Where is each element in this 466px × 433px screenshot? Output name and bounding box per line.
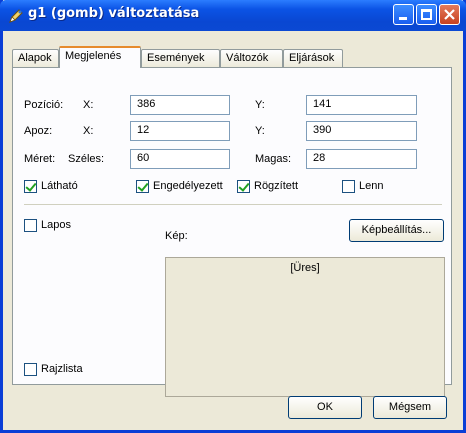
position-y-field[interactable]: 141 (306, 95, 417, 115)
tab-megjelenes[interactable]: Megjelenés (59, 46, 141, 68)
apoz-label: Apoz: (24, 125, 53, 137)
tab-alapok[interactable]: Alapok (12, 49, 59, 68)
position-x-label: X: (83, 99, 94, 111)
tab-esemenyek[interactable]: Események (141, 49, 220, 68)
position-label: Pozíció: (24, 99, 64, 111)
maximize-icon (421, 9, 432, 20)
rogzitett-label: Rögzített (254, 180, 299, 192)
close-button[interactable] (439, 4, 460, 25)
minimize-icon (399, 17, 407, 20)
image-preview: [Üres] (165, 257, 445, 397)
engedelyezett-checkbox[interactable] (136, 180, 149, 193)
apoz-x-label: X: (83, 125, 94, 137)
engedelyezett-label: Engedélyezett (153, 180, 223, 192)
height-field[interactable]: 28 (306, 149, 417, 169)
lathato-checkbox[interactable] (24, 180, 37, 193)
tab-panel: Pozíció: X: 386 Y: 141 Apoz: X: 12 Y: 39… (12, 67, 452, 397)
lenn-label: Lenn (359, 180, 384, 192)
apoz-x-field[interactable]: 12 (130, 121, 230, 141)
title-bar[interactable]: g1 (gomb) változtatása (0, 0, 466, 31)
width-label: Széles: (68, 153, 105, 165)
cancel-button[interactable]: Mégsem (373, 396, 447, 419)
dialog-window: g1 (gomb) változtatása Alapok Megjelenés… (0, 0, 466, 433)
position-y-label: Y: (255, 99, 265, 111)
image-label: Kép: (165, 230, 188, 242)
lapos-checkbox[interactable] (24, 219, 37, 232)
height-label: Magas: (255, 153, 292, 165)
close-icon (443, 8, 456, 24)
rajzlista-label: Rajzlista (41, 363, 83, 375)
position-x-field[interactable]: 386 (130, 95, 230, 115)
lathato-label: Látható (41, 180, 78, 192)
lenn-checkbox[interactable] (342, 180, 355, 193)
tab-valtozok[interactable]: Változók (220, 49, 283, 68)
apoz-y-field[interactable]: 390 (306, 121, 417, 141)
minimize-button[interactable] (393, 4, 414, 25)
apoz-y-label: Y: (255, 125, 265, 137)
window-title: g1 (gomb) változtatása (28, 6, 200, 21)
pen-icon (8, 8, 24, 24)
image-settings-button[interactable]: Képbeállítás... (349, 219, 444, 242)
image-empty-text: [Üres] (290, 262, 320, 274)
rogzitett-checkbox[interactable] (237, 180, 250, 193)
lapos-label: Lapos (41, 219, 71, 231)
section-divider (24, 204, 442, 205)
ok-button[interactable]: OK (288, 396, 362, 419)
maximize-button[interactable] (416, 4, 437, 25)
rajzlista-checkbox[interactable] (24, 363, 37, 376)
tab-eljarasok[interactable]: Eljárások (283, 49, 343, 68)
width-field[interactable]: 60 (130, 149, 230, 169)
size-label: Méret: (24, 153, 56, 165)
